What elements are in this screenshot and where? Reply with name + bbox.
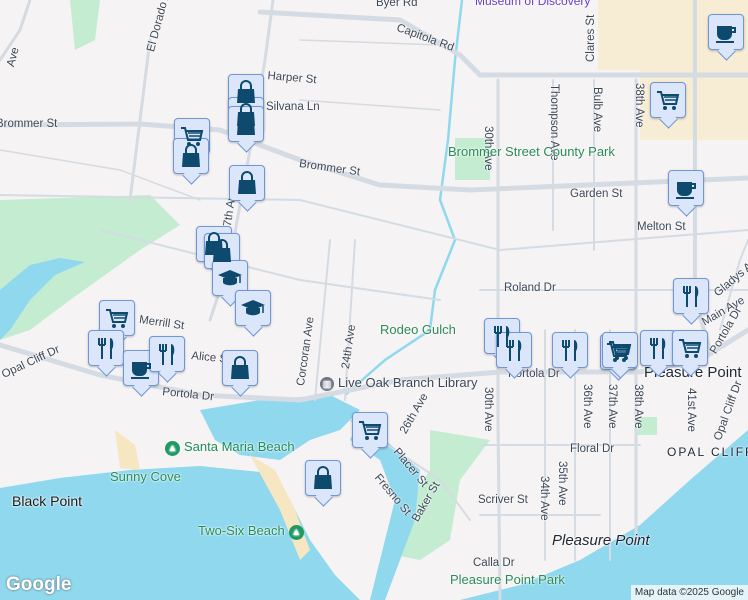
- cafe-marker[interactable]: [708, 14, 744, 50]
- poi-label: Museum of Discovery: [475, 0, 591, 8]
- street-label: Garden St: [570, 188, 623, 200]
- point-label: Black Point: [12, 493, 83, 509]
- park-icon: ▲: [165, 441, 180, 456]
- street-label: Scriver St: [478, 494, 528, 506]
- street-label: 36th Ave: [581, 384, 593, 429]
- cafe-marker[interactable]: [668, 170, 704, 206]
- shopping-marker[interactable]: [229, 165, 265, 201]
- attribution[interactable]: Map data ©2025 Google: [630, 585, 748, 600]
- shopping-icon: [314, 466, 332, 489]
- street-label: Brommer St: [0, 118, 58, 130]
- street-label: Floral Dr: [570, 443, 615, 455]
- commercial-area: [598, 0, 648, 70]
- school-icon: [218, 270, 242, 286]
- street-label: Calla Dr: [473, 557, 515, 569]
- grocery-marker[interactable]: [352, 412, 388, 448]
- shopping-icon: [231, 356, 249, 379]
- restaurant-icon: [98, 338, 114, 359]
- grocery-marker[interactable]: [672, 330, 708, 366]
- street-label: Silvana Ln: [266, 101, 320, 113]
- park-label: Pleasure Point Park: [450, 572, 565, 587]
- restaurant-marker[interactable]: [496, 332, 532, 368]
- beach-name: Two-Six Beach: [198, 523, 285, 538]
- street-label: 35th Ave: [556, 461, 568, 506]
- neighborhood-label: OPAL CLIFFS: [667, 445, 748, 459]
- grocery-icon: [359, 421, 382, 440]
- restaurant-icon: [562, 340, 578, 361]
- park-label: Brommer Street County Park: [448, 144, 615, 159]
- street-label: 34th Ave: [538, 476, 550, 521]
- beach-label: Two-Six Beach ▲: [198, 524, 304, 540]
- street-label: 37th Ave: [606, 384, 618, 429]
- grocery-marker[interactable]: [650, 82, 686, 118]
- street-label: Clares St: [585, 14, 597, 62]
- restaurant-icon: [650, 338, 666, 359]
- beach-label: ▲ Santa Maria Beach: [165, 440, 295, 456]
- restaurant-icon: [506, 340, 522, 361]
- google-logo: Google: [6, 574, 72, 595]
- street-label: Byer Rd: [376, 0, 418, 9]
- street-label: 41st Ave: [685, 388, 697, 432]
- street-label: Roland Dr: [504, 282, 556, 294]
- restaurant-marker[interactable]: [673, 278, 709, 314]
- shopping-icon: [237, 112, 255, 135]
- street-label: Bulb Ave: [591, 87, 603, 133]
- shopping-icon: [213, 239, 231, 262]
- shopping-marker[interactable]: [305, 460, 341, 496]
- shopping-icon: [182, 144, 200, 167]
- school-marker[interactable]: [235, 290, 271, 326]
- school-marker[interactable]: [212, 260, 248, 296]
- cafe-icon: [716, 26, 736, 43]
- cafe-icon: [676, 182, 696, 199]
- street-label: 30th Ave: [482, 387, 494, 432]
- street-label: 38th Ave: [633, 83, 645, 128]
- grocery-icon: [657, 91, 680, 110]
- water-label: Pleasure Point: [552, 532, 650, 549]
- shopping-marker[interactable]: [204, 233, 240, 269]
- school-icon: [241, 300, 265, 316]
- beach-name: Santa Maria Beach: [184, 439, 295, 454]
- shopping-marker[interactable]: [228, 106, 264, 142]
- grocery-icon: [679, 339, 702, 358]
- park-area: [70, 0, 100, 50]
- grocery-icon: [106, 309, 129, 328]
- grocery-marker[interactable]: [602, 332, 638, 368]
- grocery-icon: [609, 341, 632, 360]
- shopping-marker[interactable]: [173, 138, 209, 174]
- restaurant-marker[interactable]: [552, 332, 588, 368]
- park-label: Rodeo Gulch: [380, 322, 456, 337]
- restaurant-marker[interactable]: [88, 330, 124, 366]
- street-label: Melton St: [637, 221, 686, 233]
- grocery-marker[interactable]: [99, 300, 135, 336]
- library-label: ▥ Live Oak Branch Library: [320, 375, 477, 391]
- restaurant-marker[interactable]: [640, 330, 676, 366]
- cafe-icon: [131, 362, 151, 379]
- restaurant-icon: [683, 286, 699, 307]
- park-icon: ▲: [288, 525, 304, 540]
- restaurant-icon: [159, 344, 175, 365]
- beach-label: Sunny Cove: [110, 469, 181, 484]
- street-label: 38th Ave: [632, 384, 644, 429]
- library-icon: ▥: [320, 377, 334, 391]
- shopping-icon: [238, 171, 256, 194]
- restaurant-marker[interactable]: [149, 336, 185, 372]
- shopping-marker[interactable]: [222, 350, 258, 386]
- library-name: Live Oak Branch Library: [338, 375, 478, 390]
